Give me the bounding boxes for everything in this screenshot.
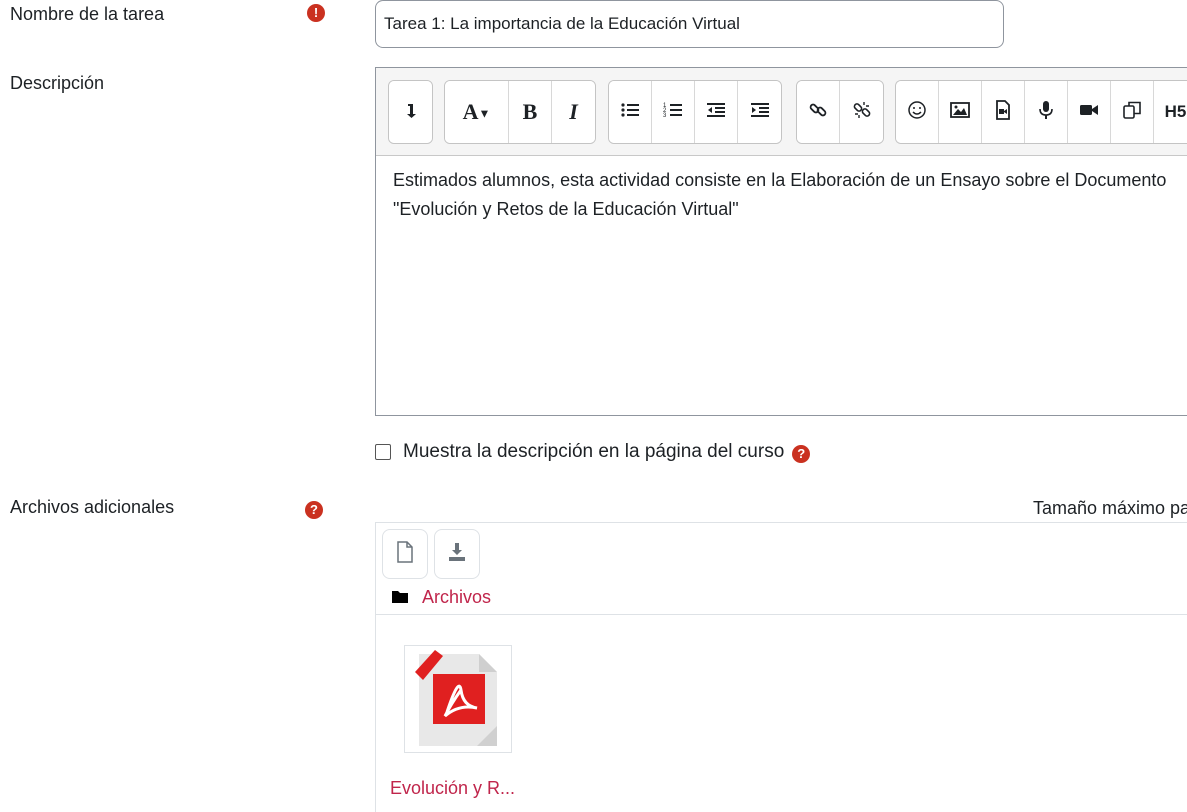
audio-record-button[interactable] xyxy=(1025,81,1068,143)
unordered-list-icon xyxy=(620,100,640,125)
link-icon xyxy=(808,100,828,125)
copy-icon xyxy=(1122,100,1142,125)
additional-files-label: Archivos adicionales xyxy=(10,497,175,517)
unlink-button[interactable] xyxy=(840,81,883,143)
media-icon xyxy=(993,99,1013,125)
file-thumbnail[interactable] xyxy=(404,645,512,753)
toolbar-group-format: A▼ B I xyxy=(444,80,596,144)
ordered-list-icon: 123 xyxy=(663,100,683,125)
description-label: Descripción xyxy=(10,73,105,93)
task-name-input[interactable] xyxy=(375,0,1004,48)
ordered-list-button[interactable]: 123 xyxy=(652,81,695,143)
svg-text:3: 3 xyxy=(663,113,667,119)
video-record-button[interactable] xyxy=(1068,81,1111,143)
h5p-button[interactable]: H5 xyxy=(1154,81,1187,143)
outdent-button[interactable] xyxy=(695,81,738,143)
italic-icon: I xyxy=(569,99,578,124)
max-size-text: Tamaño máximo pa xyxy=(1033,498,1187,518)
show-description-checkbox[interactable] xyxy=(375,444,391,460)
outdent-icon xyxy=(706,100,726,125)
assignment-form: Nombre de la tarea ! Descripción A▼ B xyxy=(0,0,1187,812)
show-description-row: Muestra la descripción en la página del … xyxy=(375,438,811,466)
help-icon[interactable]: ? xyxy=(305,501,323,519)
video-camera-icon xyxy=(1079,100,1099,125)
folder-icon xyxy=(392,587,408,608)
file-manager-toolbar: Archivos xyxy=(376,523,1187,615)
toolbar-group-links xyxy=(796,80,884,144)
unlink-icon xyxy=(852,100,872,125)
breadcrumb: Archivos xyxy=(392,587,491,608)
toolbar-group-lists: 123 xyxy=(608,80,782,144)
font-style-button[interactable]: A▼ xyxy=(445,81,509,143)
description-content[interactable]: Estimados alumnos, esta actividad consis… xyxy=(376,156,1187,415)
bold-button[interactable]: B xyxy=(509,81,552,143)
media-button[interactable] xyxy=(982,81,1025,143)
download-all-button[interactable] xyxy=(434,529,480,579)
description-line-1: Estimados alumnos, esta actividad consis… xyxy=(393,170,1167,190)
indent-icon xyxy=(750,100,770,125)
description-line-2: "Evolución y Retos de la Educación Virtu… xyxy=(393,199,739,219)
indent-button[interactable] xyxy=(738,81,781,143)
pdf-file-icon xyxy=(405,650,511,756)
editor-toolbar: A▼ B I 123 H5 xyxy=(376,68,1187,156)
emoji-button[interactable] xyxy=(896,81,939,143)
manage-files-button[interactable] xyxy=(1111,81,1154,143)
emoji-icon xyxy=(907,100,927,125)
show-more-icon xyxy=(401,100,421,125)
show-description-label: Muestra la descripción en la página del … xyxy=(403,441,785,462)
task-name-label: Nombre de la tarea xyxy=(10,4,165,24)
font-style-icon: A▼ xyxy=(462,99,491,124)
image-button[interactable] xyxy=(939,81,982,143)
help-icon[interactable]: ? xyxy=(792,445,811,463)
unordered-list-button[interactable] xyxy=(609,81,652,143)
show-more-button[interactable] xyxy=(389,81,432,143)
toolbar-group-expand xyxy=(388,80,433,144)
toolbar-group-media: H5 xyxy=(895,80,1187,144)
italic-button[interactable]: I xyxy=(552,81,595,143)
file-icon xyxy=(395,540,415,568)
required-icon: ! xyxy=(307,4,325,22)
link-button[interactable] xyxy=(797,81,840,143)
file-manager: Archivos Evolución y R... xyxy=(375,522,1187,812)
file-name-link[interactable]: Evolución y R... xyxy=(390,778,515,799)
add-file-button[interactable] xyxy=(382,529,428,579)
microphone-icon xyxy=(1036,100,1056,125)
bold-icon: B xyxy=(522,99,538,124)
folder-link-archivos[interactable]: Archivos xyxy=(422,587,491,608)
download-icon xyxy=(447,542,467,567)
image-icon xyxy=(950,100,970,125)
description-editor: A▼ B I 123 H5 Estimados alumnos, esta ac… xyxy=(375,67,1187,416)
h5p-icon: H5 xyxy=(1164,102,1187,121)
